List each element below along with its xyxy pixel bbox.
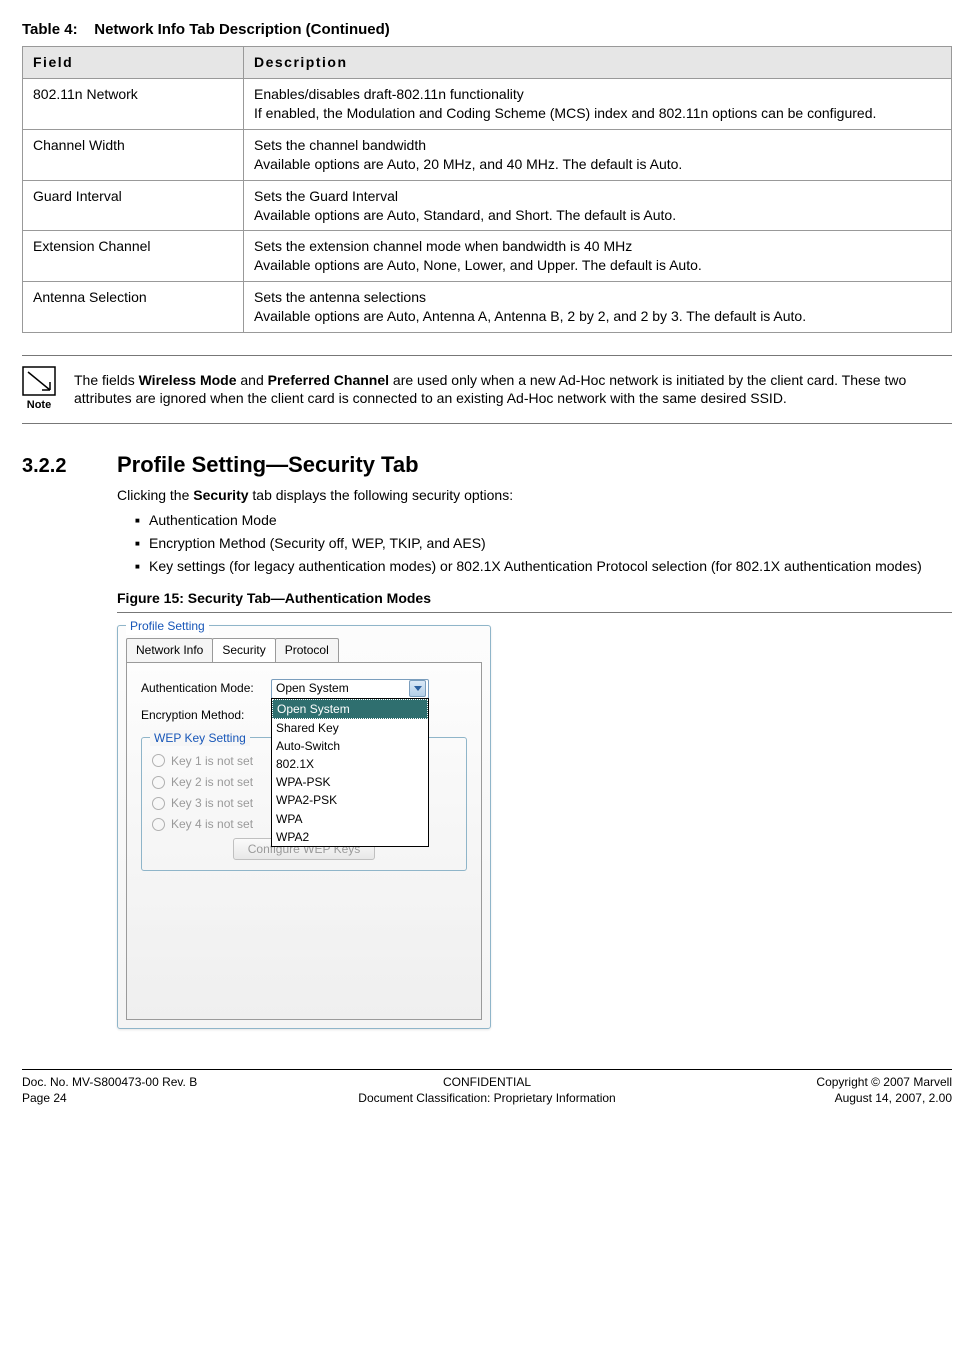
page-footer: Doc. No. MV-S800473-00 Rev. B Page 24 CO… xyxy=(22,1069,952,1106)
wep-key-label: Key 1 is not set xyxy=(171,753,253,769)
dropdown-option[interactable]: Auto-Switch xyxy=(272,737,428,755)
radio-icon xyxy=(152,776,165,789)
fieldset-legend: Profile Setting xyxy=(126,618,209,634)
dropdown-option[interactable]: WPA2 xyxy=(272,828,428,846)
desc-cell: Sets the Guard IntervalAvailable options… xyxy=(244,180,952,231)
section-number: 3.2.2 xyxy=(22,453,117,480)
note-label: Note xyxy=(27,399,51,411)
encryption-label: Encryption Method: xyxy=(141,707,271,723)
field-cell: Extension Channel xyxy=(23,231,244,282)
doc-number: Doc. No. MV-S800473-00 Rev. B xyxy=(22,1074,332,1090)
section-title: Profile Setting—Security Tab xyxy=(117,450,419,480)
table-row: 802.11n NetworkEnables/disables draft-80… xyxy=(23,79,952,130)
list-item: Authentication Mode xyxy=(135,511,952,530)
note-block: Note The fields Wireless Mode and Prefer… xyxy=(22,355,952,424)
field-cell: Guard Interval xyxy=(23,180,244,231)
field-cell: Antenna Selection xyxy=(23,282,244,333)
chevron-down-icon[interactable] xyxy=(409,680,426,697)
description-table: Field Description 802.11n NetworkEnables… xyxy=(22,46,952,333)
page-number: Page 24 xyxy=(22,1090,332,1106)
auth-mode-dropdown[interactable]: Open SystemShared KeyAuto-Switch802.1XWP… xyxy=(271,698,429,848)
wep-key-label: Key 4 is not set xyxy=(171,816,253,832)
th-field: Field xyxy=(23,47,244,79)
table-row: Extension ChannelSets the extension chan… xyxy=(23,231,952,282)
table-row: Channel WidthSets the channel bandwidthA… xyxy=(23,129,952,180)
table-row: Guard IntervalSets the Guard IntervalAva… xyxy=(23,180,952,231)
wep-key-label: Key 2 is not set xyxy=(171,774,253,790)
table-caption: Table 4: Network Info Tab Description (C… xyxy=(22,20,952,40)
note-text: The fields Wireless Mode and Preferred C… xyxy=(74,371,952,409)
dropdown-option[interactable]: 802.1X xyxy=(272,755,428,773)
bullet-list: Authentication Mode Encryption Method (Se… xyxy=(117,511,952,576)
dropdown-option[interactable]: Shared Key xyxy=(272,719,428,737)
table-label: Table 4: xyxy=(22,21,78,38)
desc-cell: Sets the extension channel mode when ban… xyxy=(244,231,952,282)
list-item: Key settings (for legacy authentication … xyxy=(135,557,952,576)
classification-label: Document Classification: Proprietary Inf… xyxy=(332,1090,642,1106)
radio-icon xyxy=(152,754,165,767)
desc-cell: Sets the antenna selectionsAvailable opt… xyxy=(244,282,952,333)
radio-icon xyxy=(152,818,165,831)
th-desc: Description xyxy=(244,47,952,79)
tab-protocol[interactable]: Protocol xyxy=(275,638,339,661)
list-item: Encryption Method (Security off, WEP, TK… xyxy=(135,534,952,553)
dropdown-option[interactable]: Open System xyxy=(272,699,428,719)
table-title: Network Info Tab Description (Continued) xyxy=(94,21,390,38)
radio-icon xyxy=(152,797,165,810)
dropdown-option[interactable]: WPA-PSK xyxy=(272,773,428,791)
copyright-text: Copyright © 2007 Marvell xyxy=(642,1074,952,1090)
field-cell: Channel Width xyxy=(23,129,244,180)
profile-setting-fieldset: Profile Setting Network Info Security Pr… xyxy=(117,625,491,1028)
dropdown-option[interactable]: WPA2-PSK xyxy=(272,791,428,809)
field-cell: 802.11n Network xyxy=(23,79,244,130)
tab-panel: Authentication Mode: Open System Open Sy… xyxy=(126,662,482,1020)
figure-caption: Figure 15: Security Tab—Authentication M… xyxy=(117,589,952,608)
wep-legend: WEP Key Setting xyxy=(150,730,250,746)
confidential-label: CONFIDENTIAL xyxy=(332,1074,642,1090)
auth-mode-value: Open System xyxy=(276,680,349,696)
tab-security[interactable]: Security xyxy=(212,638,275,661)
table-row: Antenna SelectionSets the antenna select… xyxy=(23,282,952,333)
section-intro: Clicking the Security tab displays the f… xyxy=(117,486,952,505)
tab-network-info[interactable]: Network Info xyxy=(126,638,213,661)
desc-cell: Sets the channel bandwidthAvailable opti… xyxy=(244,129,952,180)
auth-mode-combo[interactable]: Open System Open SystemShared KeyAuto-Sw… xyxy=(271,679,429,699)
wep-key-label: Key 3 is not set xyxy=(171,795,253,811)
desc-cell: Enables/disables draft-802.11n functiona… xyxy=(244,79,952,130)
note-icon: Note xyxy=(22,366,56,413)
date-version: August 14, 2007, 2.00 xyxy=(642,1090,952,1106)
dropdown-option[interactable]: WPA xyxy=(272,810,428,828)
auth-mode-label: Authentication Mode: xyxy=(141,680,271,696)
